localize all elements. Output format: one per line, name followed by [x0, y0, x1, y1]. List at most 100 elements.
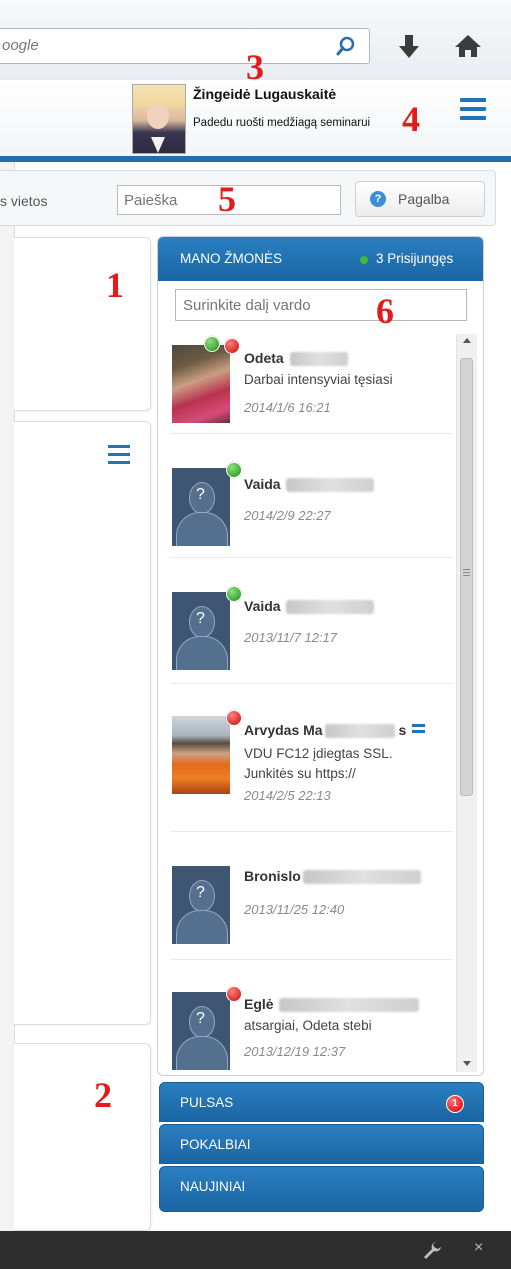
- list-item[interactable]: Arvydas Ma s VDU FC12 įdiegtas SSL. Junk…: [158, 686, 456, 832]
- user-status: Padedu ruošti medžiagą seminarui: [193, 117, 371, 129]
- help-label: Pagalba: [398, 191, 450, 207]
- list-divider: [170, 831, 452, 832]
- person-message: VDU FC12 įdiegtas SSL. Junkitės su https…: [244, 746, 393, 781]
- annotation-4: 4: [402, 99, 420, 139]
- person-name-row: Eglė: [244, 996, 420, 1013]
- list-item[interactable]: ? Eglė atsargiai, Odeta stebi 2013/12/19…: [158, 962, 456, 1074]
- people-scrollbar[interactable]: [456, 334, 477, 1072]
- redacted-surname: [324, 724, 395, 739]
- list-divider: [170, 433, 452, 434]
- person-date: 2014/1/6 16:21: [244, 400, 331, 415]
- annotation-5: 5: [218, 179, 236, 219]
- person-name: Odeta: [244, 350, 284, 366]
- search-address-bar[interactable]: oogle: [0, 28, 370, 64]
- person-date: 2013/11/7 12:17: [244, 630, 338, 645]
- download-icon[interactable]: [397, 34, 421, 60]
- people-filter-input[interactable]: [175, 289, 467, 321]
- placeholder-question-mark: ?: [196, 884, 205, 901]
- person-name-row: Vaida: [244, 598, 375, 615]
- avatar[interactable]: [132, 84, 186, 154]
- online-status-icon: [226, 586, 242, 602]
- scrollbar-thumb[interactable]: [460, 358, 473, 796]
- annotation-2: 2: [94, 1075, 112, 1115]
- home-icon[interactable]: [454, 33, 482, 59]
- person-photo-placeholder: ?: [172, 992, 230, 1070]
- question-icon: ?: [370, 191, 386, 207]
- redacted-surname: [286, 600, 375, 615]
- tab-label: PULSAS: [180, 1095, 234, 1110]
- list-divider: [170, 557, 452, 558]
- my-people-widget: MANO ŽMONĖS 3 Prisijungęs Odeta Darbai i…: [157, 236, 484, 1076]
- people-header[interactable]: MANO ŽMONĖS 3 Prisijungęs: [158, 237, 483, 281]
- people-list: Odeta Darbai intensyviai tęsiasi 2014/1/…: [158, 334, 456, 1074]
- person-name-row: Odeta: [244, 350, 348, 367]
- person-menu-icon[interactable]: [412, 724, 425, 736]
- places-link[interactable]: s vietos: [0, 193, 47, 209]
- person-name: Arvydas Ma: [244, 722, 323, 738]
- person-name: Bronislo: [244, 868, 301, 884]
- person-message: Darbai intensyviai tęsiasi: [244, 372, 393, 387]
- placeholder-question-mark: ?: [196, 1010, 205, 1027]
- people-title: MANO ŽMONĖS: [180, 251, 283, 266]
- online-count: 3 Prisijungęs: [376, 251, 454, 266]
- avatar-collar: [151, 137, 165, 153]
- redacted-surname: [279, 998, 420, 1013]
- busy-status-icon: [226, 986, 242, 1002]
- tab-label: NAUJINIAI: [180, 1179, 246, 1194]
- list-item[interactable]: ? Vaida 2014/2/9 22:27: [158, 438, 456, 558]
- person-photo: [172, 716, 230, 794]
- avatar-face: [147, 103, 169, 129]
- wrench-icon[interactable]: [422, 1240, 442, 1260]
- list-divider: [170, 959, 452, 960]
- placeholder-question-mark: ?: [196, 486, 205, 503]
- person-date: 2013/11/25 12:40: [244, 902, 345, 917]
- person-photo: [172, 345, 230, 423]
- status-bar: ×: [0, 1231, 511, 1269]
- address-text: oogle: [2, 37, 39, 54]
- list-item[interactable]: Odeta Darbai intensyviai tęsiasi 2014/1/…: [158, 334, 456, 434]
- online-indicator-icon: [360, 256, 368, 264]
- person-photo-placeholder: ?: [172, 592, 230, 670]
- list-item[interactable]: ? Bronislo 2013/11/25 12:40: [158, 834, 456, 960]
- scroll-down-icon[interactable]: [463, 1061, 471, 1066]
- person-name: Vaida: [244, 476, 281, 492]
- person-date: 2014/2/9 22:27: [244, 508, 331, 523]
- panel-menu-icon[interactable]: [108, 445, 130, 465]
- links-toolbar: s vietos ? Pagalba: [0, 170, 496, 226]
- help-button[interactable]: ? Pagalba: [355, 181, 485, 217]
- person-date: 2013/12/19 12:37: [244, 1044, 346, 1059]
- person-name: Vaida: [244, 598, 281, 614]
- header-divider: [0, 156, 511, 162]
- tab-pulsas[interactable]: PULSAS 1: [159, 1082, 484, 1122]
- tab-naujiniai[interactable]: NAUJINIAI: [159, 1166, 484, 1212]
- redacted-surname: [289, 352, 348, 367]
- content-panel-1: [14, 237, 151, 411]
- annotation-6: 6: [376, 291, 394, 331]
- person-photo-placeholder: ?: [172, 468, 230, 546]
- redacted-surname: [302, 870, 421, 885]
- content-panel-3: [14, 1043, 151, 1231]
- busy-status-icon: [224, 338, 240, 354]
- annotation-1: 1: [106, 265, 124, 305]
- person-name: Eglė: [244, 996, 274, 1012]
- person-photo-placeholder: ?: [172, 866, 230, 944]
- online-status-icon: [226, 462, 242, 478]
- list-divider: [170, 683, 452, 684]
- notification-badge: 1: [446, 1095, 464, 1113]
- search-icon[interactable]: [335, 35, 357, 57]
- scroll-up-icon[interactable]: [463, 338, 471, 343]
- placeholder-question-mark: ?: [196, 610, 205, 627]
- person-name-row: Bronislo: [244, 868, 421, 885]
- content-panel-2: [14, 421, 151, 1025]
- user-name[interactable]: Žingeidė Lugauskaitė: [193, 86, 336, 102]
- tab-pokalbiai[interactable]: POKALBIAI: [159, 1124, 484, 1164]
- redacted-surname: [286, 478, 375, 493]
- close-icon[interactable]: ×: [474, 1239, 483, 1257]
- list-item[interactable]: ? Vaida 2013/11/7 12:17: [158, 562, 456, 684]
- busy-status-icon: [226, 710, 242, 726]
- online-status-icon: [204, 336, 220, 352]
- person-date: 2014/2/5 22:13: [244, 788, 331, 803]
- tab-label: POKALBIAI: [180, 1137, 251, 1152]
- person-name-row: Vaida: [244, 476, 375, 493]
- hamburger-menu-icon[interactable]: [460, 98, 486, 120]
